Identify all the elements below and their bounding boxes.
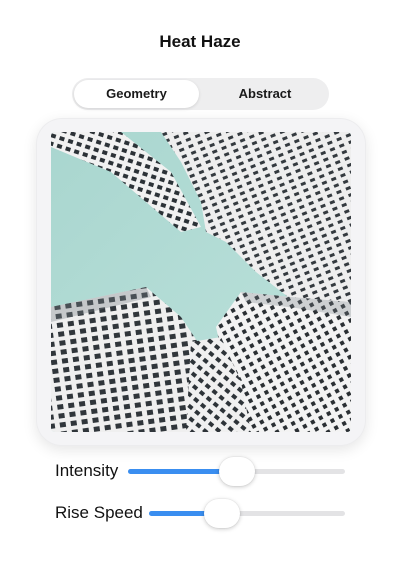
rise-speed-label: Rise Speed — [55, 503, 143, 522]
page-title: Heat Haze — [159, 32, 241, 51]
intensity-slider-row: Intensity — [55, 454, 345, 488]
building-photo — [51, 132, 351, 432]
rise-speed-thumb[interactable] — [203, 499, 240, 528]
screen: Heat Haze Geometry Abstract Intensity Ri… — [0, 0, 400, 568]
segment-geometry[interactable]: Geometry — [74, 80, 199, 108]
segment-abstract[interactable]: Abstract — [203, 78, 327, 110]
preview-image — [51, 132, 351, 432]
intensity-label: Intensity — [55, 461, 119, 480]
rise-speed-track[interactable] — [149, 499, 345, 528]
intensity-thumb[interactable] — [218, 457, 255, 486]
rise-speed-slider-row: Rise Speed — [55, 496, 345, 530]
intensity-track[interactable] — [128, 457, 345, 486]
mode-segmented-control: Geometry Abstract — [72, 78, 329, 110]
